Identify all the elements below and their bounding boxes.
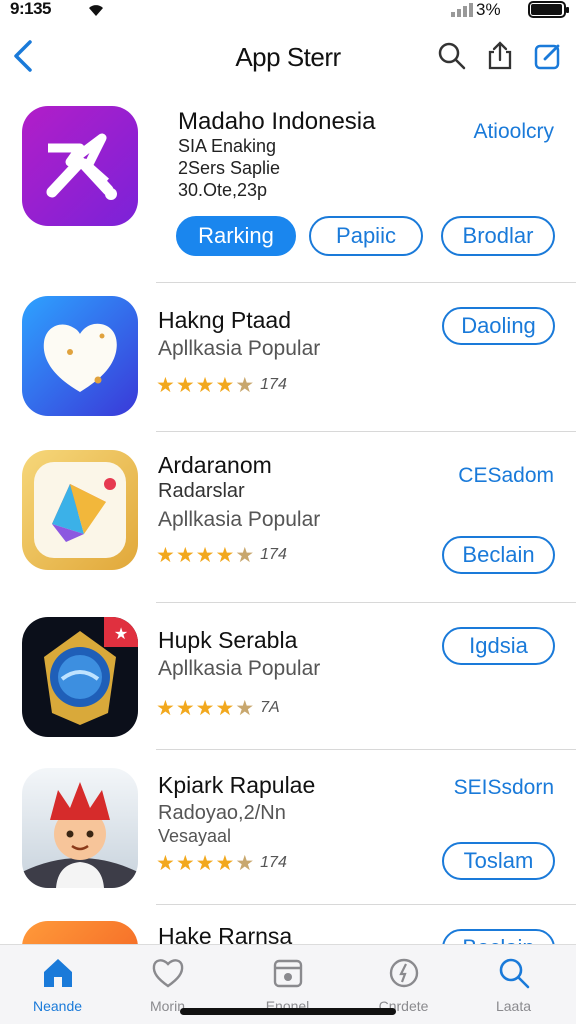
calendar-icon (270, 955, 306, 991)
star-icon: ★ (175, 543, 195, 567)
star-icon: ★ (175, 851, 195, 875)
app-subtitle: Apllkasia Popular (158, 657, 321, 680)
half-star-icon: ★ (235, 373, 255, 397)
app-subtitle: Apllkasia Popular (158, 508, 321, 531)
app-link[interactable]: CESadom (458, 464, 554, 488)
game-badge-app-icon: ★ (22, 617, 138, 737)
status-bar: 9:135 3% (0, 0, 576, 22)
star-icon: ★ (156, 543, 175, 567)
status-time: 9:135 (10, 0, 51, 18)
star-icon: ★ (156, 373, 175, 397)
tab-label: Laata (495, 998, 532, 1014)
tab-label: Neande (32, 998, 83, 1014)
rating-count: 174 (260, 546, 287, 563)
character-app-icon (22, 768, 138, 888)
app-name: Hupk Serabla (158, 627, 298, 653)
star-icon: ★ (175, 373, 195, 397)
get-button[interactable]: Toslam (442, 842, 555, 880)
list-item[interactable]: Hake Rarnsa Beclain (0, 905, 576, 945)
purple-app-logo (22, 106, 138, 226)
heart-app-icon (22, 296, 138, 416)
rating-count: 7A (260, 699, 280, 716)
signal-icon (451, 2, 473, 22)
star-rating: ★ ★ ★ ★ ★ 174 (156, 544, 287, 566)
star-icon: ★ (156, 696, 175, 720)
battery-percent: 3% (476, 0, 501, 19)
gold-shape-app-icon (22, 450, 138, 570)
featured-link[interactable]: Atioolcry (473, 120, 554, 144)
get-button[interactable]: Daoling (442, 307, 555, 345)
get-button[interactable]: Igdsia (442, 627, 555, 665)
star-rating: ★ ★ ★ ★ ★ 174 (156, 374, 287, 396)
featured-line-2: 2Sers Saplie (178, 158, 281, 178)
app-name: Hakng Ptaad (158, 307, 291, 333)
share-icon[interactable] (484, 40, 516, 72)
star-icon: ★ (215, 851, 235, 875)
app-name: Ardaranom (158, 452, 272, 478)
tab-home[interactable]: Neande (0, 945, 115, 1024)
orange-app-icon (22, 921, 138, 945)
list-item[interactable]: Kpiark Rapulae Radoyao,2/Nn Vesayaal ★ ★ ★… (0, 750, 576, 905)
popular-button[interactable]: Papiic (309, 216, 423, 256)
app-name: Hake Rarnsa (158, 923, 293, 945)
brodlar-button[interactable]: Brodlar (441, 216, 555, 256)
list-item[interactable]: Hakng Ptaad Apllkasia Popular ★ ★ ★ ★ ★ 174 … (0, 283, 576, 432)
edit-icon[interactable] (532, 40, 564, 72)
star-icon: ★ (195, 373, 215, 397)
featured-app[interactable]: Madaho Indonesia SIA Enaking 2Sers Sapli… (0, 96, 576, 283)
star-rating: ★ ★ ★ ★ ★ 7A (156, 697, 280, 719)
star-icon: ★ (215, 696, 235, 720)
get-button[interactable]: Beclain (442, 929, 555, 945)
get-button[interactable]: Beclain (442, 536, 555, 574)
app-subtitle: Apllkasia Popular (158, 337, 321, 360)
svg-text:★: ★ (114, 624, 128, 643)
home-icon (40, 955, 76, 991)
rating-count: 174 (260, 376, 287, 393)
battery-icon (528, 1, 569, 18)
ranking-button[interactable]: Rarking (176, 216, 296, 256)
nav-bar: App Sterr (0, 30, 576, 86)
app-subtitle: Radoyao,2/Nn (158, 802, 286, 824)
home-indicator[interactable] (180, 1008, 396, 1015)
wifi-icon (86, 1, 106, 22)
heart-icon (150, 955, 186, 991)
tab-search[interactable]: Laata (456, 945, 571, 1024)
featured-app-name: Madaho Indonesia (178, 108, 376, 135)
star-icon: ★ (195, 851, 215, 875)
rating-count: 174 (260, 854, 287, 871)
compass-icon (386, 955, 422, 991)
app-link[interactable]: SEISsdorn (454, 776, 554, 800)
star-icon: ★ (175, 696, 195, 720)
list-item[interactable]: Ardaranom Radarslar Apllkasia Popular ★ ★… (0, 432, 576, 603)
featured-line-1: SIA Enaking (178, 136, 277, 156)
list-item[interactable]: ★ Hupk Serabla Apllkasia Popular ★ ★ ★ ★ ★ 7… (0, 603, 576, 750)
star-icon: ★ (215, 373, 235, 397)
star-icon: ★ (215, 543, 235, 567)
half-star-icon: ★ (235, 851, 255, 875)
app-name: Kpiark Rapulae (158, 772, 316, 798)
star-icon: ★ (195, 543, 215, 567)
app-extra: Radarslar (158, 480, 245, 502)
app-extra: Vesayaal (158, 826, 232, 846)
half-star-icon: ★ (235, 543, 255, 567)
half-star-icon: ★ (235, 696, 255, 720)
star-rating: ★ ★ ★ ★ ★ 174 (156, 852, 287, 874)
search-icon[interactable] (436, 40, 468, 72)
featured-line-3: 30.Ote,23p (178, 180, 268, 200)
star-icon: ★ (156, 851, 175, 875)
search-icon (496, 955, 532, 991)
star-icon: ★ (195, 696, 215, 720)
